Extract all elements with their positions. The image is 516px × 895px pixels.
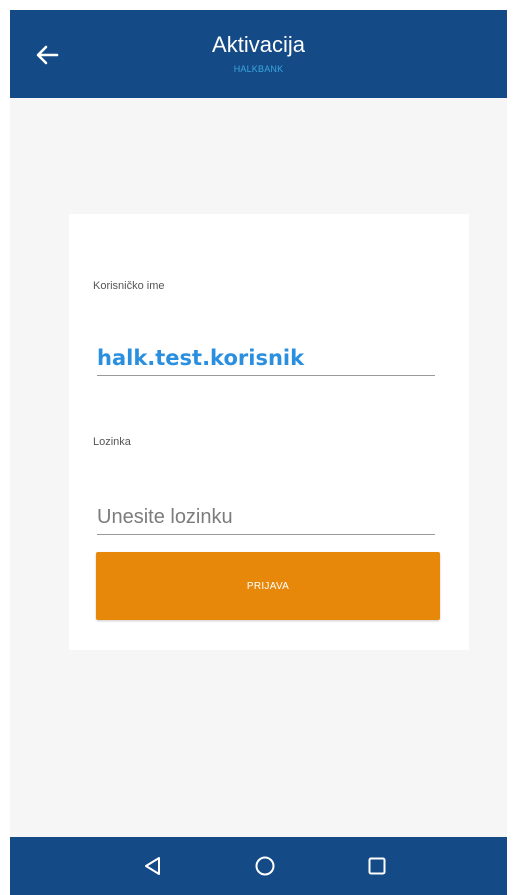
system-nav-bar — [10, 837, 507, 895]
nav-recents-button[interactable] — [362, 851, 392, 881]
nav-back-icon — [145, 857, 160, 875]
app-bar: Aktivacija HALKBANK — [10, 10, 507, 98]
password-field — [97, 500, 435, 535]
password-label: Lozinka — [93, 436, 131, 448]
page-title: Aktivacija — [212, 32, 305, 57]
nav-recents-icon — [368, 857, 386, 875]
password-input[interactable] — [97, 500, 435, 534]
nav-home-button[interactable] — [250, 851, 280, 881]
login-card: Korisničko ime halk.test.korisnik Lozink… — [69, 214, 469, 650]
nav-home-icon — [255, 856, 275, 876]
login-button[interactable]: PRIJAVA — [96, 552, 440, 620]
username-value: halk.test.korisnik — [97, 346, 305, 370]
username-label: Korisničko ime — [93, 280, 165, 292]
brand-subtitle: HALKBANK — [233, 64, 284, 74]
app-screen: Aktivacija HALKBANK Korisničko ime halk.… — [10, 10, 507, 895]
username-field[interactable]: halk.test.korisnik — [97, 341, 435, 376]
nav-back-button[interactable] — [138, 851, 168, 881]
